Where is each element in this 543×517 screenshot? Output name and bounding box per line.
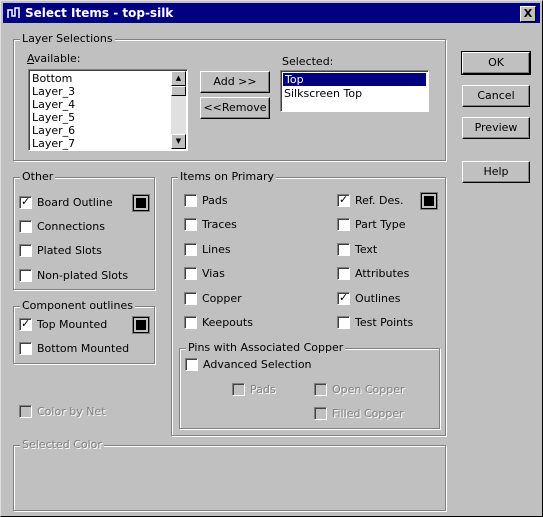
part-type-checkbox[interactable]: [337, 218, 350, 231]
lines-label: Lines: [202, 243, 231, 256]
filled-copper-label: Filled Copper: [332, 407, 404, 420]
board-outline-color-swatch[interactable]: [133, 195, 149, 211]
selected-item-active[interactable]: Top: [283, 73, 426, 86]
copper-checkbox[interactable]: [184, 292, 197, 305]
board-outline-label: Board Outline: [37, 196, 113, 209]
available-item[interactable]: Layer_5: [32, 111, 75, 124]
attributes-label: Attributes: [355, 267, 410, 280]
app-icon: [7, 7, 20, 18]
bottom-mounted-checkbox[interactable]: [19, 342, 32, 355]
keepouts-label: Keepouts: [202, 316, 253, 329]
board-outline-checkbox[interactable]: ✓: [19, 195, 32, 209]
open-copper-checkbox[interactable]: [314, 383, 327, 396]
window-title: Select Items - top-silk: [25, 6, 174, 20]
test-points-checkbox[interactable]: [337, 316, 350, 329]
selected-listbox[interactable]: Top Silkscreen Top: [280, 70, 429, 112]
ref-des-label: Ref. Des.: [355, 194, 404, 207]
top-mounted-label: Top Mounted: [37, 318, 108, 331]
scroll-up-icon[interactable]: ▲: [171, 71, 186, 86]
color-by-net-label: Color by Net: [37, 405, 106, 418]
open-copper-label: Open Copper: [332, 383, 405, 396]
copper-label: Copper: [202, 292, 242, 305]
selected-item[interactable]: Silkscreen Top: [284, 87, 362, 100]
available-item[interactable]: Bottom: [32, 72, 72, 85]
check-icon: ✓: [21, 317, 31, 330]
preview-button[interactable]: Preview: [462, 117, 530, 139]
plated-slots-label: Plated Slots: [37, 244, 102, 257]
pins-assoc-group: Pins with Associated Copper Advanced Sel…: [179, 341, 440, 429]
pins-assoc-legend: Pins with Associated Copper: [186, 341, 346, 354]
attributes-checkbox[interactable]: [337, 267, 350, 280]
vias-label: Vias: [202, 267, 225, 280]
plated-slots-checkbox[interactable]: [19, 244, 32, 257]
check-icon: ✓: [339, 193, 349, 206]
items-on-primary-legend: Items on Primary: [178, 170, 276, 183]
connections-checkbox[interactable]: [19, 220, 32, 233]
available-label: Available:: [27, 52, 81, 65]
scroll-thumb[interactable]: [171, 86, 186, 96]
available-listbox[interactable]: Bottom Layer_3 Layer_4 Layer_5 Layer_6 L…: [28, 69, 188, 151]
filled-copper-checkbox[interactable]: [314, 407, 327, 420]
close-button[interactable]: X: [520, 6, 536, 22]
part-type-label: Part Type: [355, 218, 406, 231]
pins-pads-label: Pads: [250, 383, 276, 396]
component-outlines-legend: Component outlines: [20, 299, 135, 312]
outlines-checkbox[interactable]: ✓: [337, 291, 350, 305]
text-label: Text: [355, 243, 378, 256]
selected-label: Selected:: [282, 55, 334, 68]
cancel-button[interactable]: Cancel: [462, 85, 530, 107]
lines-checkbox[interactable]: [184, 243, 197, 256]
traces-checkbox[interactable]: [184, 218, 197, 231]
select-items-dialog: Select Items - top-silk X Layer Selectio…: [0, 0, 543, 517]
test-points-label: Test Points: [355, 316, 414, 329]
outlines-label: Outlines: [355, 292, 401, 305]
advanced-selection-checkbox[interactable]: [185, 358, 198, 371]
other-legend: Other: [20, 170, 56, 183]
text-checkbox[interactable]: [337, 243, 350, 256]
pads-label: Pads: [202, 194, 228, 207]
connections-label: Connections: [37, 220, 105, 233]
selected-color-legend: Selected Color: [20, 438, 104, 451]
available-item[interactable]: Layer_6: [32, 124, 75, 137]
layer-selections-legend: Layer Selections: [20, 32, 115, 45]
ref-des-color-swatch[interactable]: [421, 193, 437, 209]
nonplated-slots-label: Non-plated Slots: [37, 269, 129, 282]
available-item[interactable]: Layer_7: [32, 137, 75, 150]
available-scrollbar[interactable]: ▲ ▼: [171, 71, 186, 149]
title-bar[interactable]: Select Items - top-silk X: [3, 3, 540, 23]
help-button[interactable]: Help: [462, 161, 530, 183]
top-mounted-checkbox[interactable]: ✓: [19, 317, 32, 331]
component-outlines-group: Component outlines ✓ Top Mounted Bottom …: [13, 299, 155, 364]
selected-color-group: Selected Color: [13, 438, 446, 511]
remove-button[interactable]: <<Remove: [200, 97, 270, 119]
bottom-mounted-label: Bottom Mounted: [37, 342, 130, 355]
items-on-primary-group: Items on Primary Pads Traces Lines Vias …: [171, 170, 446, 436]
ref-des-checkbox[interactable]: ✓: [337, 193, 350, 207]
add-button[interactable]: Add >>: [200, 71, 270, 93]
advanced-selection-label: Advanced Selection: [203, 358, 312, 371]
scroll-down-icon[interactable]: ▼: [171, 134, 186, 149]
available-item[interactable]: Layer_4: [32, 98, 75, 111]
ok-button[interactable]: OK: [461, 51, 531, 75]
other-group: Other ✓ Board Outline Connections Plated…: [13, 170, 155, 290]
color-by-net-checkbox[interactable]: [19, 405, 32, 418]
check-icon: ✓: [339, 291, 349, 304]
nonplated-slots-checkbox[interactable]: [19, 269, 32, 282]
layer-selections-group: Layer Selections Available: Bottom Layer…: [13, 32, 446, 161]
check-icon: ✓: [21, 195, 31, 208]
keepouts-checkbox[interactable]: [184, 316, 197, 329]
top-mounted-color-swatch[interactable]: [133, 317, 149, 333]
pads-checkbox[interactable]: [184, 194, 197, 207]
traces-label: Traces: [202, 218, 237, 231]
vias-checkbox[interactable]: [184, 267, 197, 280]
available-item[interactable]: Layer_3: [32, 85, 75, 98]
pins-pads-checkbox[interactable]: [232, 383, 245, 396]
